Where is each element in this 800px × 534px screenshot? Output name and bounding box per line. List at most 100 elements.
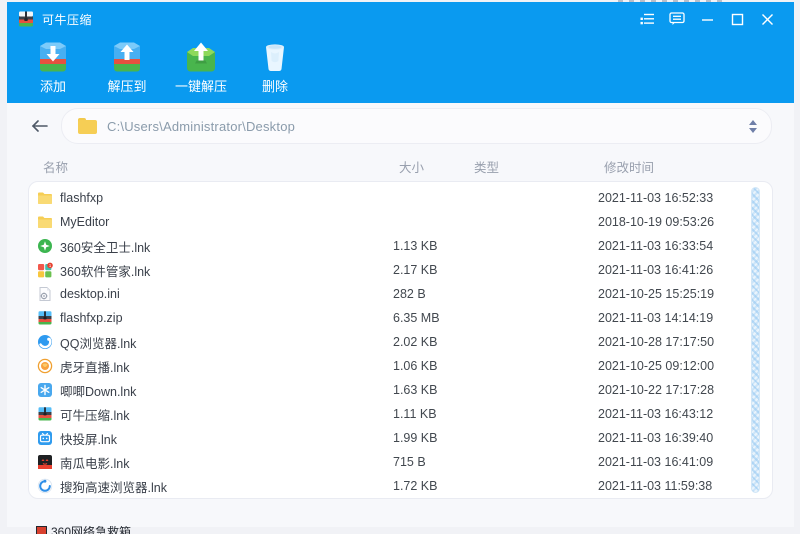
file-name: MyEditor — [60, 215, 109, 229]
file-size: 1.11 KB — [393, 407, 468, 421]
file-modified: 2018-10-19 09:53:26 — [598, 215, 772, 229]
file-type-icon-shield360 — [37, 238, 53, 254]
file-name: QQ浏览器.lnk — [60, 333, 136, 352]
file-name: flashfxp — [60, 191, 103, 205]
file-type-icon-jiji — [37, 382, 53, 398]
header-modified[interactable]: 修改时间 — [604, 157, 773, 176]
file-type-icon-folder — [37, 214, 53, 230]
toolbar-label: 删除 — [262, 76, 288, 95]
file-name-cell: 快投屏.lnk — [29, 429, 393, 448]
table-header: 名称 大小 类型 修改时间 — [28, 153, 773, 179]
file-type-icon-archive — [37, 310, 53, 326]
titlebar[interactable]: 可牛压缩 — [7, 2, 794, 34]
file-size: 2.02 KB — [393, 335, 468, 349]
file-type-icon-huya — [37, 358, 53, 374]
toolbar-label: 解压到 — [107, 76, 146, 95]
file-name-cell: flashfxp.zip — [29, 310, 393, 326]
file-list: flashfxp 2021-11-03 16:52:33 MyEditor 2018-… — [28, 181, 773, 499]
file-modified: 2021-11-03 16:52:33 — [598, 191, 772, 205]
file-size: 1.63 KB — [393, 383, 468, 397]
file-name-cell: 搜狗高速浏览器.lnk — [29, 477, 393, 496]
desktop-partial-text: 360网络急救箱 — [51, 526, 131, 534]
file-modified: 2021-10-28 17:17:50 — [598, 335, 772, 349]
file-name-cell: QQ浏览器.lnk — [29, 333, 393, 352]
file-row[interactable]: 可牛压缩.lnk 1.11 KB 2021-11-03 16:43:12 — [29, 402, 772, 426]
list-view-icon[interactable] — [632, 7, 662, 31]
extract-to-button[interactable]: 解压到 — [97, 38, 157, 97]
app-logo-icon — [17, 10, 35, 28]
back-arrow-icon[interactable] — [27, 113, 53, 139]
folder-icon — [78, 118, 97, 134]
file-row[interactable]: flashfxp.zip 6.35 MB 2021-11-03 14:14:19 — [29, 306, 772, 330]
file-row[interactable]: 唧唧Down.lnk 1.63 KB 2021-10-22 17:17:28 — [29, 378, 772, 402]
file-name-cell: 唧唧Down.lnk — [29, 381, 393, 400]
file-type-icon-cast — [37, 430, 53, 446]
file-row[interactable]: 南瓜电影.lnk 715 B 2021-11-03 16:41:09 — [29, 450, 772, 474]
maximize-icon[interactable] — [722, 7, 752, 31]
file-modified: 2021-10-25 09:12:00 — [598, 359, 772, 373]
file-name-cell: MyEditor — [29, 214, 393, 230]
file-modified: 2021-11-03 16:33:54 — [598, 239, 772, 253]
file-row[interactable]: 快投屏.lnk 1.99 KB 2021-11-03 16:39:40 — [29, 426, 772, 450]
file-size: 2.17 KB — [393, 263, 468, 277]
sort-arrows-icon[interactable] — [749, 120, 757, 133]
file-row[interactable]: QQ浏览器.lnk 2.02 KB 2021-10-28 17:17:50 — [29, 330, 772, 354]
file-name-cell: 虎牙直播.lnk — [29, 357, 393, 376]
file-row[interactable]: flashfxp 2021-11-03 16:52:33 — [29, 186, 772, 210]
file-row[interactable]: 1360软件管家.lnk2.17 KB2021-11-03 16:41:26 — [29, 258, 772, 282]
window-title: 可牛压缩 — [42, 11, 92, 28]
file-name: 快投屏.lnk — [60, 429, 117, 448]
file-row[interactable]: 虎牙直播.lnk 1.06 KB 2021-10-25 09:12:00 — [29, 354, 772, 378]
file-row[interactable]: desktop.ini282 B2021-10-25 15:25:19 — [29, 282, 772, 306]
delete-button[interactable]: 删除 — [245, 38, 305, 97]
file-modified: 2021-10-22 17:17:28 — [598, 383, 772, 397]
file-name-cell: desktop.ini — [29, 286, 393, 302]
file-modified: 2021-11-03 11:59:38 — [598, 479, 772, 493]
file-name-cell: 360安全卫士.lnk — [29, 237, 393, 256]
file-name: 唧唧Down.lnk — [60, 381, 136, 400]
file-size: 6.35 MB — [393, 311, 468, 325]
file-name: 可牛压缩.lnk — [60, 405, 129, 424]
file-name: 南瓜电影.lnk — [60, 453, 129, 472]
current-path: C:\Users\Administrator\Desktop — [107, 119, 295, 134]
file-modified: 2021-11-03 16:39:40 — [598, 431, 772, 445]
file-type-icon-squares360: 1 — [37, 262, 53, 278]
file-name: 360安全卫士.lnk — [60, 237, 150, 256]
one-click-extract-icon — [183, 40, 219, 74]
header-type[interactable]: 类型 — [474, 157, 604, 176]
file-row[interactable]: 搜狗高速浏览器.lnk1.72 KB2021-11-03 11:59:38 — [29, 474, 772, 498]
file-type-icon-archive — [37, 406, 53, 422]
add-archive-icon — [35, 40, 71, 74]
desktop-partial-row: 360网络急救箱 — [36, 526, 131, 534]
file-size: 1.06 KB — [393, 359, 468, 373]
file-name: flashfxp.zip — [60, 311, 123, 325]
file-name: 360软件管家.lnk — [60, 261, 150, 280]
add-button[interactable]: 添加 — [23, 38, 83, 97]
close-icon[interactable] — [752, 7, 782, 31]
one-click-extract-button[interactable]: 一键解压 — [171, 38, 231, 97]
file-name-cell: flashfxp — [29, 190, 393, 206]
file-type-icon-ini — [37, 286, 53, 302]
file-name-cell: 南瓜电影.lnk — [29, 453, 393, 472]
file-modified: 2021-11-03 14:14:19 — [598, 311, 772, 325]
extract-to-icon — [109, 40, 145, 74]
vertical-scrollbar[interactable] — [751, 187, 760, 493]
minimize-icon[interactable] — [692, 7, 722, 31]
file-modified: 2021-11-03 16:43:12 — [598, 407, 772, 421]
file-modified: 2021-11-03 16:41:09 — [598, 455, 772, 469]
file-modified: 2021-10-25 15:25:19 — [598, 287, 772, 301]
file-type-icon-pumpkin — [37, 454, 53, 470]
file-row[interactable]: 360安全卫士.lnk1.13 KB2021-11-03 16:33:54 — [29, 234, 772, 258]
path-field[interactable]: C:\Users\Administrator\Desktop — [61, 108, 772, 144]
file-size: 1.99 KB — [393, 431, 468, 445]
header-name[interactable]: 名称 — [28, 157, 399, 176]
address-bar: C:\Users\Administrator\Desktop — [7, 103, 794, 149]
file-name: 虎牙直播.lnk — [60, 357, 129, 376]
toolbar: 添加 解压到 — [7, 34, 794, 97]
feedback-icon[interactable] — [662, 7, 692, 31]
file-row[interactable]: MyEditor 2018-10-19 09:53:26 — [29, 210, 772, 234]
file-type-icon-folder — [37, 190, 53, 206]
file-name: desktop.ini — [60, 287, 120, 301]
file-size: 715 B — [393, 455, 468, 469]
header-size[interactable]: 大小 — [399, 157, 474, 176]
